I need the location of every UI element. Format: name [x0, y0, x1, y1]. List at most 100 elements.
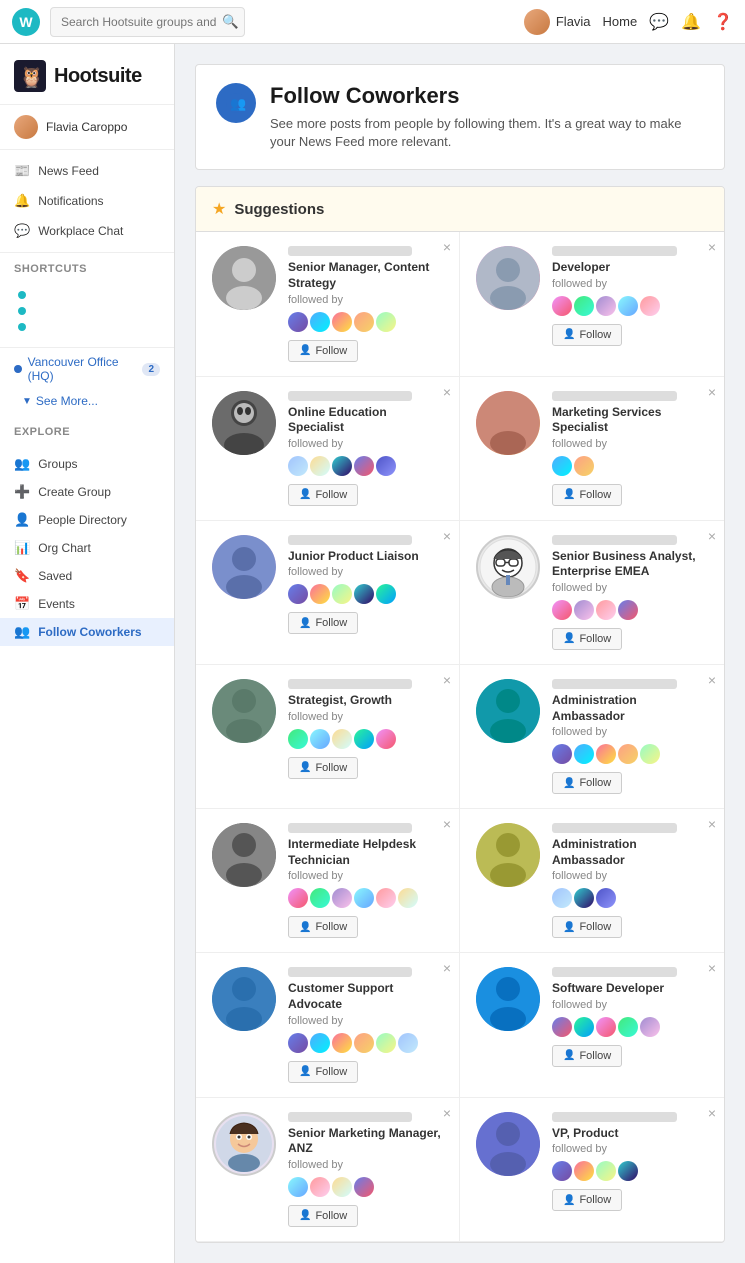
followers-avatars-2	[552, 296, 708, 316]
sidebar-item-news-feed[interactable]: 📰 News Feed	[0, 156, 174, 186]
help-icon[interactable]: ❓	[713, 12, 733, 32]
person-name-13	[288, 1112, 412, 1122]
person-info-12: Software Developer followed by 👤	[552, 967, 708, 1067]
follower-avatar	[332, 1177, 352, 1197]
notifications-bell-icon: 🔔	[14, 193, 30, 209]
followers-avatars-4	[552, 456, 708, 476]
follow-icon-4: 👤	[563, 489, 575, 500]
sidebar-item-workplace-chat[interactable]: 💬 Workplace Chat	[0, 216, 174, 246]
dismiss-button-8[interactable]: ×	[708, 673, 716, 687]
notifications-icon[interactable]: 🔔	[681, 12, 701, 32]
follow-button-12[interactable]: 👤 Follow	[552, 1045, 622, 1067]
followers-avatars-3	[288, 456, 443, 476]
sidebar-item-events[interactable]: 📅 Events	[0, 590, 174, 618]
follow-button-3[interactable]: 👤 Follow	[288, 484, 358, 506]
dismiss-button-3[interactable]: ×	[443, 385, 451, 399]
follow-button-11[interactable]: 👤 Follow	[288, 1061, 358, 1083]
follow-button-7[interactable]: 👤 Follow	[288, 757, 358, 779]
user-chip[interactable]: Flavia	[524, 9, 591, 35]
person-name-6	[552, 535, 677, 545]
follower-avatar	[332, 729, 352, 749]
person-card-6: ×	[460, 521, 724, 665]
saved-icon: 🔖	[14, 568, 30, 584]
dismiss-button-2[interactable]: ×	[708, 240, 716, 254]
dismiss-button-13[interactable]: ×	[443, 1106, 451, 1120]
dismiss-button-12[interactable]: ×	[708, 961, 716, 975]
card-inner-3: Online Education Specialist followed by	[212, 391, 443, 506]
vancouver-office-group[interactable]: Vancouver Office (HQ) 2	[0, 348, 174, 390]
follow-button-9[interactable]: 👤 Follow	[288, 916, 358, 938]
follow-icon-11: 👤	[299, 1066, 311, 1077]
person-card-4: × < circle cx="32" cy="24" r="12" fill="…	[460, 377, 724, 521]
follower-avatar	[398, 1033, 418, 1053]
follow-button-2[interactable]: 👤 Follow	[552, 324, 622, 346]
sidebar-item-notifications[interactable]: 🔔 Notifications	[0, 186, 174, 216]
search-input[interactable]	[50, 7, 245, 37]
sidebar-item-saved[interactable]: 🔖 Saved	[0, 562, 174, 590]
sidebar-item-create-group[interactable]: ➕ Create Group	[0, 478, 174, 506]
person-name-10	[552, 823, 677, 833]
person-avatar-8	[476, 679, 540, 743]
sidebar-item-org-chart[interactable]: 📊 Org Chart	[0, 534, 174, 562]
chevron-down-icon: ▼	[22, 396, 32, 407]
dismiss-button-10[interactable]: ×	[708, 817, 716, 831]
dismiss-button-1[interactable]: ×	[443, 240, 451, 254]
follow-button-1[interactable]: 👤 Follow	[288, 340, 358, 362]
follower-avatar	[574, 296, 594, 316]
dismiss-button-6[interactable]: ×	[708, 529, 716, 543]
card-inner-2: Developer followed by 👤	[476, 246, 708, 346]
follow-button-10[interactable]: 👤 Follow	[552, 916, 622, 938]
follow-label-12: Follow	[579, 1050, 611, 1062]
follower-avatar	[310, 888, 330, 908]
sidebar-item-people-directory[interactable]: 👤 People Directory	[0, 506, 174, 534]
saved-label: Saved	[38, 569, 72, 583]
sidebar-user-avatar	[14, 115, 38, 139]
svg-text:🦉: 🦉	[19, 66, 44, 89]
person-card-8: × Administration Ambassador followed by	[460, 665, 724, 809]
person-info-4: Marketing Services Specialist followed b…	[552, 391, 708, 506]
followers-avatars-8	[552, 744, 708, 764]
person-card-9: × Intermediate Helpdesk Technician follo…	[196, 809, 460, 953]
dismiss-button-9[interactable]: ×	[443, 817, 451, 831]
sidebar-item-follow-coworkers[interactable]: 👥 Follow Coworkers	[0, 618, 174, 646]
dismiss-button-14[interactable]: ×	[708, 1106, 716, 1120]
dismiss-button-11[interactable]: ×	[443, 961, 451, 975]
follower-avatar	[574, 888, 594, 908]
card-inner-9: Intermediate Helpdesk Technician followe…	[212, 823, 443, 938]
follow-button-5[interactable]: 👤 Follow	[288, 612, 358, 634]
messages-icon[interactable]: 💬	[649, 12, 669, 32]
person-name-14	[552, 1112, 677, 1122]
follow-icon-12: 👤	[563, 1050, 575, 1061]
follow-label-9: Follow	[315, 921, 347, 933]
follower-avatar	[376, 729, 396, 749]
person-title-12: Software Developer	[552, 981, 708, 997]
follow-button-13[interactable]: 👤 Follow	[288, 1205, 358, 1227]
card-inner-14: VP, Product followed by 👤 Follow	[476, 1112, 708, 1212]
dismiss-button-4[interactable]: ×	[708, 385, 716, 399]
search-button[interactable]: 🔍	[222, 14, 239, 30]
follow-icon-5: 👤	[299, 618, 311, 629]
follow-button-14[interactable]: 👤 Follow	[552, 1189, 622, 1211]
followed-by-3: followed by	[288, 438, 443, 450]
dismiss-button-7[interactable]: ×	[443, 673, 451, 687]
person-card-5: × Junior Product Liaison followed by	[196, 521, 460, 665]
see-more-link[interactable]: ▼ See More...	[0, 390, 174, 416]
follow-label-7: Follow	[315, 762, 347, 774]
follow-button-6[interactable]: 👤 Follow	[552, 628, 622, 650]
dismiss-button-5[interactable]: ×	[443, 529, 451, 543]
follower-avatar	[354, 584, 374, 604]
follow-button-4[interactable]: 👤 Follow	[552, 484, 622, 506]
follow-button-8[interactable]: 👤 Follow	[552, 772, 622, 794]
followers-avatars-1	[288, 312, 443, 332]
page-description: See more posts from people by following …	[270, 115, 704, 151]
sidebar-user[interactable]: Flavia Caroppo	[0, 105, 174, 150]
card-inner-11: Customer Support Advocate followed by	[212, 967, 443, 1082]
home-link[interactable]: Home	[603, 14, 638, 29]
svg-text:👥: 👥	[230, 96, 246, 111]
follower-avatar	[310, 1033, 330, 1053]
follow-icon-2: 👤	[563, 329, 575, 340]
person-title-3: Online Education Specialist	[288, 405, 443, 436]
person-name-3	[288, 391, 412, 401]
sidebar-item-groups[interactable]: 👥 Groups	[0, 450, 174, 478]
follower-avatar	[552, 744, 572, 764]
